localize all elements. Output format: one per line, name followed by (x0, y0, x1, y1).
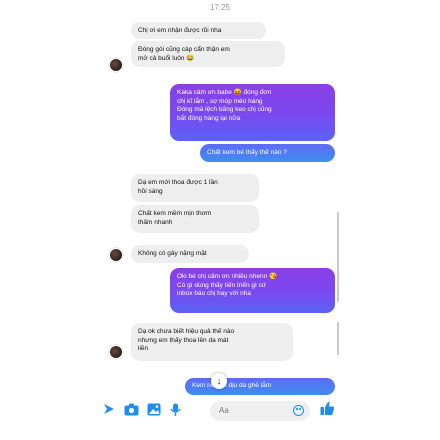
contact-avatar[interactable] (109, 345, 123, 359)
message-input-placeholder: Aa (219, 406, 229, 415)
message-bubble-incoming[interactable]: Dạ em mới thoa được 1 lần hồi sáng (131, 174, 259, 202)
scroll-indicator[interactable] (337, 322, 339, 355)
timestamp: 17:25 (209, 3, 231, 12)
contact-avatar[interactable] (109, 248, 123, 262)
message-composer: Aa (100, 399, 340, 425)
message-bubble-incoming[interactable]: Đóng gói cũng cáp cẩn thận em mở cả buổi… (131, 41, 285, 67)
message-bubble-outgoing[interactable]: Chất kem bé thấy thế nào ? (200, 144, 335, 162)
message-bubble-incoming[interactable]: Chị ơi em nhận được rồi nha (131, 22, 266, 39)
microphone-icon[interactable] (170, 403, 181, 422)
thumbs-up-icon[interactable] (320, 401, 335, 421)
camera-icon[interactable] (124, 403, 139, 421)
scroll-indicator[interactable] (337, 212, 339, 302)
message-bubble-incoming[interactable]: Dạ ok chưa biết hiệu quả thế nào nhưng e… (131, 323, 293, 361)
arrow-down-icon: ↓ (216, 375, 222, 387)
emoji-icon[interactable] (293, 405, 304, 416)
message-bubble-outgoing[interactable]: Kaka cảm ơn babe 😝 đóng đơn chị kĩ lắm ,… (170, 84, 335, 141)
message-bubble-incoming[interactable]: Không có gây nặng mặt (131, 245, 249, 263)
scroll-down-button[interactable]: ↓ (211, 373, 227, 389)
send-arrow-icon[interactable] (102, 402, 116, 421)
photo-icon[interactable] (147, 403, 161, 421)
message-bubble-incoming[interactable]: Chất kem mềm mịn thơm thấm nhanh (131, 205, 259, 233)
message-bubble-outgoing[interactable]: Kem nó làm dịu da ghê lắm (185, 378, 335, 395)
contact-avatar[interactable] (109, 58, 123, 72)
message-input[interactable]: Aa (210, 401, 310, 421)
message-bubble-outgoing[interactable]: Oki bé chị cảm ơn nhiều nhenn 😘 Có gì dù… (170, 268, 335, 313)
